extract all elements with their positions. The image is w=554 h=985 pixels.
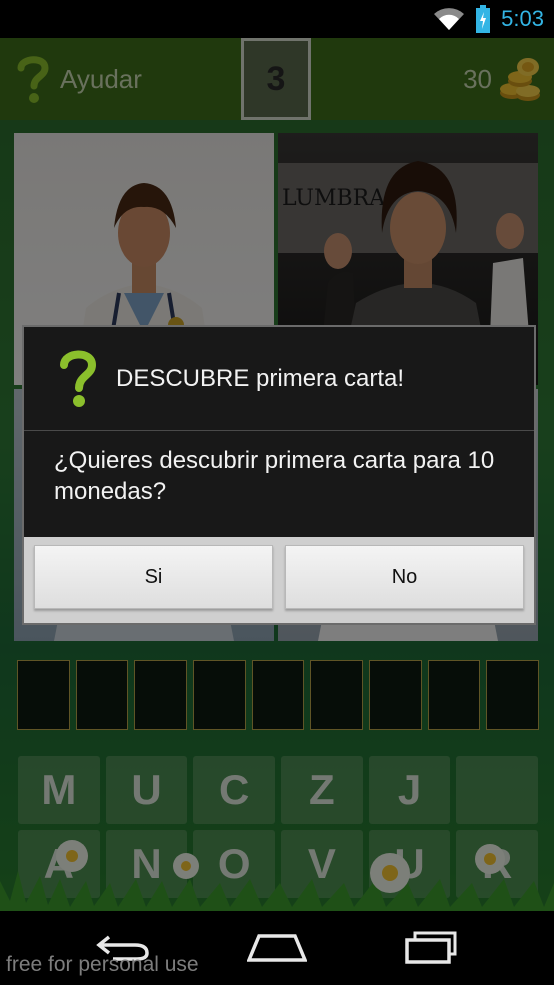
home-button[interactable] [247,925,307,969]
dialog-title: DESCUBRE primera carta! [116,364,405,392]
no-button[interactable]: No [285,545,524,609]
dialog-message: ¿Quieres descubrir primera carta para 10… [54,447,495,505]
dialog-header: DESCUBRE primera carta! [24,327,534,430]
yes-button[interactable]: Si [34,545,273,609]
battery-icon [476,5,491,33]
dialog-button-bar: Si No [24,537,534,623]
recent-apps-button[interactable] [401,925,461,969]
wifi-icon [434,8,465,31]
home-icon [247,934,307,962]
question-mark-icon [60,350,97,407]
hint-dialog: DESCUBRE primera carta! ¿Quieres descubr… [22,325,536,625]
watermark-text: free for personal use [6,953,199,976]
recent-apps-icon [405,931,457,964]
dialog-divider [24,430,534,431]
status-icons: 5:03 [433,4,544,34]
status-bar: 5:03 [0,0,554,38]
clock: 5:03 [501,6,544,31]
game-screen: Ayudar 3 30 LUMBRA M U C Z J N O V U DES… [0,38,554,911]
